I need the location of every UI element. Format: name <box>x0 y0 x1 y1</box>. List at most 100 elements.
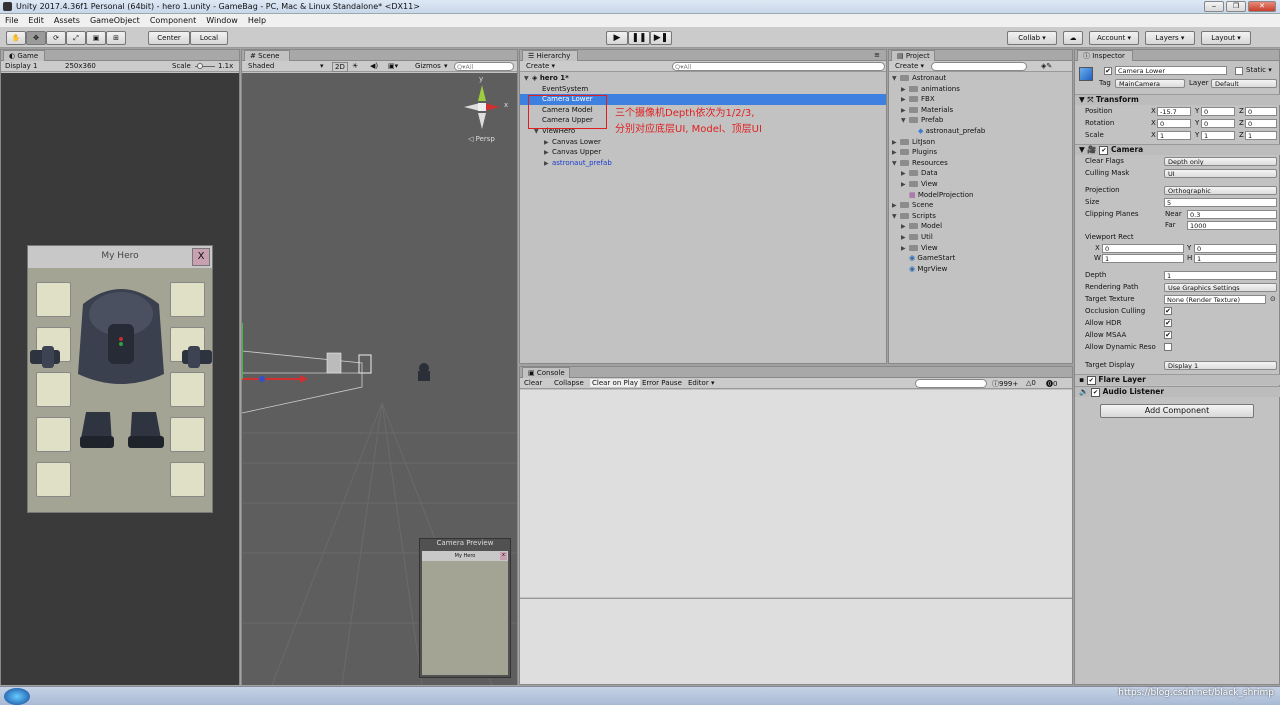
audio-listener-header[interactable]: 🔊 ✔ Audio Listener <box>1075 386 1280 397</box>
viewport-x-field[interactable]: 0 <box>1102 244 1184 253</box>
scale-tool-icon[interactable]: ⤢ <box>66 31 86 45</box>
project-item[interactable]: ◉ MgrView <box>889 264 1072 275</box>
error-count[interactable]: ⓿0 <box>1046 379 1057 389</box>
projection-dropdown[interactable]: Orthographic <box>1164 186 1277 195</box>
target-display-dropdown[interactable]: Display 1 <box>1164 361 1277 370</box>
flare-layer-header[interactable]: ▪ ✔ Flare Layer <box>1075 374 1280 385</box>
hdr-checkbox[interactable]: ✔ <box>1164 319 1172 327</box>
display-dropdown[interactable]: Display 1 <box>5 62 37 70</box>
hierarchy-search-input[interactable]: Q▾All <box>672 62 885 71</box>
rect-tool-icon[interactable]: ▣ <box>86 31 106 45</box>
clear-flags-dropdown[interactable]: Depth only <box>1164 157 1277 166</box>
filter-icon[interactable]: ◈✎ <box>1041 62 1052 70</box>
effects-icon[interactable]: ▣▾ <box>388 62 398 70</box>
expand-arrow-icon[interactable]: ▶ <box>544 159 552 170</box>
transform-tool-icon[interactable]: ⊞ <box>106 31 126 45</box>
rendering-dropdown[interactable]: Use Graphics Settings <box>1164 283 1277 292</box>
audio-icon[interactable]: ◀) <box>370 62 378 70</box>
transform-header[interactable]: ▼ ⤧ Transform <box>1075 94 1280 105</box>
panel-menu-icon[interactable]: ≡ <box>874 51 880 59</box>
equip-slot[interactable] <box>170 462 205 497</box>
project-search-input[interactable] <box>931 62 1027 71</box>
menu-window[interactable]: Window <box>206 16 238 25</box>
hierarchy-item[interactable]: ▶ Canvas Upper <box>520 147 886 158</box>
menu-edit[interactable]: Edit <box>28 16 44 25</box>
maximize-button[interactable]: ❐ <box>1226 1 1246 12</box>
menu-file[interactable]: File <box>5 16 18 25</box>
project-item[interactable]: ▶ Materials <box>889 105 1072 116</box>
pos-x-field[interactable]: -15.7 <box>1157 107 1191 116</box>
pivot-local-button[interactable]: Local <box>190 31 228 45</box>
pivot-center-button[interactable]: Center <box>148 31 190 45</box>
close-button[interactable]: ✕ <box>1248 1 1276 12</box>
layers-button[interactable]: Layers ▾ <box>1145 31 1195 45</box>
project-item[interactable]: ▶ animations <box>889 84 1072 95</box>
static-dropdown[interactable]: Static ▾ <box>1246 66 1272 74</box>
account-button[interactable]: Account ▾ <box>1089 31 1139 45</box>
rot-z-field[interactable]: 0 <box>1245 119 1277 128</box>
add-component-button[interactable]: Add Component <box>1100 404 1254 418</box>
project-item[interactable]: ▶ View <box>889 243 1072 254</box>
menu-component[interactable]: Component <box>150 16 196 25</box>
project-item[interactable]: ▶ Util <box>889 232 1072 243</box>
scale-x-field[interactable]: 1 <box>1157 131 1191 140</box>
project-item[interactable]: ▼ Scripts <box>889 211 1072 222</box>
tab-game[interactable]: ◐ Game <box>3 50 45 61</box>
depth-field[interactable]: 1 <box>1164 271 1277 280</box>
console-clear-button[interactable]: Clear <box>524 379 542 387</box>
layer-dropdown[interactable]: Default <box>1211 79 1277 88</box>
play-button[interactable]: ▶ <box>606 31 628 45</box>
tab-scene[interactable]: # Scene <box>244 50 290 61</box>
static-checkbox[interactable] <box>1235 67 1243 75</box>
move-tool-icon[interactable]: ✥ <box>26 31 46 45</box>
tab-console[interactable]: ▣ Console <box>522 367 570 378</box>
hierarchy-create-button[interactable]: Create ▾ <box>526 62 555 70</box>
project-item[interactable]: ▶ FBX <box>889 94 1072 105</box>
lighting-icon[interactable]: ☀ <box>352 62 358 70</box>
project-create-button[interactable]: Create ▾ <box>895 62 924 70</box>
near-field[interactable]: 0.3 <box>1187 210 1277 219</box>
hierarchy-item[interactable]: ▶ astronaut_prefab <box>520 158 886 169</box>
pos-y-field[interactable]: 0 <box>1201 107 1235 116</box>
start-icon[interactable] <box>4 688 30 705</box>
cloud-icon[interactable]: ☁ <box>1063 31 1083 45</box>
warning-count[interactable]: △0 <box>1026 379 1036 387</box>
scale-y-field[interactable]: 1 <box>1201 131 1235 140</box>
console-error-pause-button[interactable]: Error Pause <box>642 379 682 387</box>
collab-button[interactable]: Collab ▾ <box>1007 31 1057 45</box>
project-item[interactable]: ▶ Data <box>889 168 1072 179</box>
layout-button[interactable]: Layout ▾ <box>1201 31 1251 45</box>
close-x-button[interactable]: X <box>192 248 210 266</box>
occlusion-checkbox[interactable]: ✔ <box>1164 307 1172 315</box>
equip-slot[interactable] <box>36 462 71 497</box>
project-item[interactable]: ◉ GameStart <box>889 253 1072 264</box>
scale-z-field[interactable]: 1 <box>1245 131 1277 140</box>
project-item[interactable]: ▼ Prefab <box>889 115 1072 126</box>
tab-project[interactable]: ▤ Project <box>891 50 935 61</box>
project-item[interactable]: ▶ Plugins <box>889 147 1072 158</box>
orientation-gizmo[interactable] <box>460 77 504 137</box>
active-checkbox[interactable]: ✔ <box>1104 67 1112 75</box>
project-item[interactable]: ▦ ModelProjection <box>889 190 1072 201</box>
dynres-checkbox[interactable] <box>1164 343 1172 351</box>
far-field[interactable]: 1000 <box>1187 221 1277 230</box>
hand-tool-icon[interactable]: ✋ <box>6 31 26 45</box>
resolution-dropdown[interactable]: 250x360 <box>65 62 96 70</box>
scene-root[interactable]: ▼ ◈ hero 1* <box>520 73 886 84</box>
shading-dropdown[interactable]: Shaded <box>248 62 274 70</box>
menu-assets[interactable]: Assets <box>54 16 80 25</box>
gizmos-dropdown[interactable]: Gizmos <box>415 62 441 70</box>
target-texture-field[interactable]: None (Render Texture) <box>1164 295 1266 304</box>
pause-button[interactable]: ❚❚ <box>628 31 650 45</box>
rotate-tool-icon[interactable]: ⟳ <box>46 31 66 45</box>
step-button[interactable]: ▶❚ <box>650 31 672 45</box>
tag-dropdown[interactable]: MainCamera <box>1115 79 1185 88</box>
persp-label[interactable]: ◁ Persp <box>468 135 495 143</box>
console-collapse-button[interactable]: Collapse <box>554 379 584 387</box>
size-field[interactable]: 5 <box>1164 198 1277 207</box>
rot-y-field[interactable]: 0 <box>1201 119 1235 128</box>
hierarchy-item[interactable]: ▶ Canvas Lower <box>520 137 886 148</box>
console-editor-dropdown[interactable]: Editor ▾ <box>688 379 714 387</box>
tab-hierarchy[interactable]: ☰ Hierarchy <box>522 50 578 61</box>
project-item[interactable]: ◆ astronaut_prefab <box>889 126 1072 137</box>
